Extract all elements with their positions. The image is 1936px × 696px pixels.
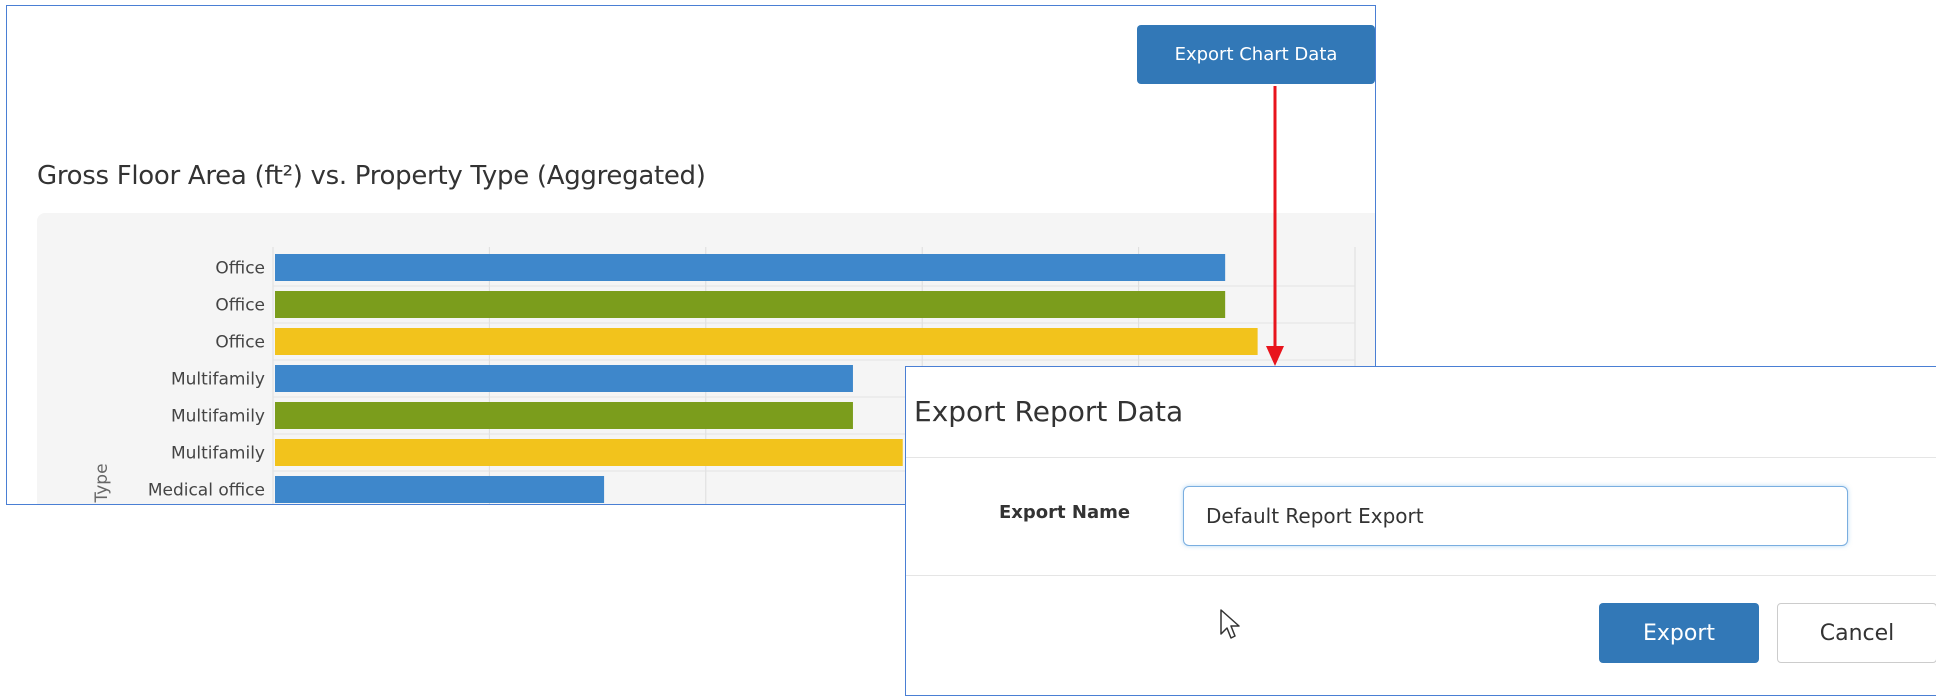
y-axis-label: Type bbox=[92, 463, 112, 503]
dialog-header-divider bbox=[906, 457, 1936, 458]
export-name-input[interactable] bbox=[1183, 486, 1848, 546]
cancel-button[interactable]: Cancel bbox=[1777, 603, 1936, 663]
category-label: Office bbox=[215, 296, 265, 316]
category-label: Office bbox=[215, 333, 265, 353]
dialog-footer-divider bbox=[906, 575, 1936, 576]
export-name-label: Export Name bbox=[999, 502, 1131, 523]
category-label: Multifamily bbox=[171, 370, 265, 390]
export-chart-data-button[interactable]: Export Chart Data bbox=[1137, 25, 1375, 84]
bar bbox=[275, 328, 1258, 355]
bar bbox=[275, 402, 853, 429]
category-label: Multifamily bbox=[171, 407, 265, 427]
chart-title: Gross Floor Area (ft²) vs. Property Type… bbox=[37, 161, 706, 191]
bar bbox=[275, 439, 903, 466]
bar bbox=[275, 291, 1226, 318]
export-report-dialog: Export Report Data Export Name Export Ca… bbox=[905, 366, 1936, 696]
category-label: Office bbox=[215, 259, 265, 279]
export-button[interactable]: Export bbox=[1599, 603, 1759, 663]
category-label: Multifamily bbox=[171, 444, 265, 464]
mouse-pointer-icon bbox=[1219, 608, 1241, 644]
bar bbox=[275, 476, 605, 503]
bar bbox=[275, 254, 1226, 281]
dialog-title: Export Report Data bbox=[914, 395, 1184, 428]
bar bbox=[275, 365, 853, 392]
category-label: Medical office bbox=[148, 481, 265, 501]
